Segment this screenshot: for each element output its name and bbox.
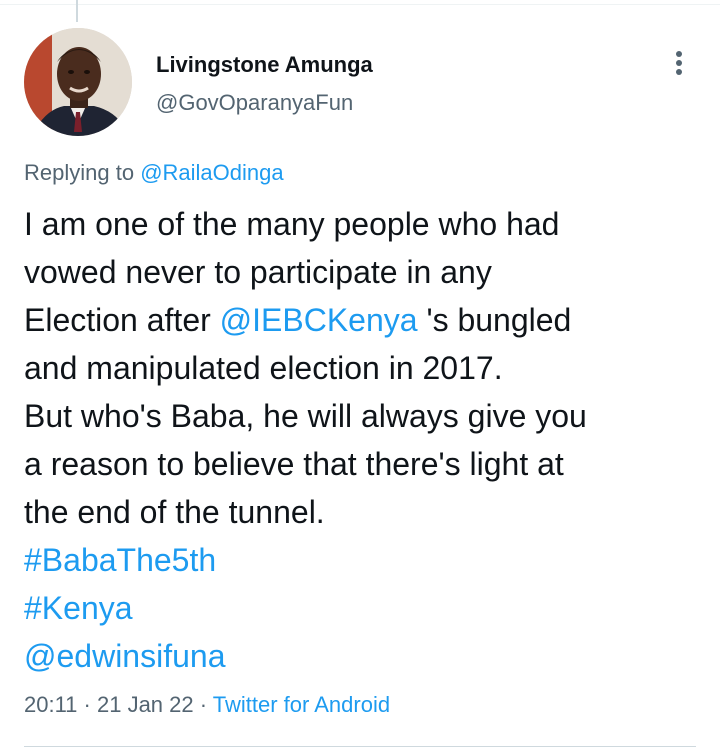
tweet-text-segment: 's bungled xyxy=(417,302,572,338)
hashtag-kenya-link[interactable]: #Kenya xyxy=(24,584,704,632)
tweet-line: a reason to believe that there's light a… xyxy=(24,446,564,482)
iebc-mention-link[interactable]: @IEBCKenya xyxy=(220,302,418,338)
more-vertical-icon xyxy=(676,51,682,75)
replying-to-mention[interactable]: @RailaOdinga xyxy=(140,160,283,185)
replying-to-label: Replying to xyxy=(24,160,135,185)
top-divider xyxy=(0,4,720,5)
more-options-button[interactable] xyxy=(664,46,694,80)
thread-connector-line xyxy=(76,0,78,22)
tweet-line: But who's Baba, he will always give you xyxy=(24,398,587,434)
tweet-text: I am one of the many people who had vowe… xyxy=(24,200,704,680)
tweet-time[interactable]: 20:11 xyxy=(24,692,77,717)
meta-separator: · xyxy=(193,692,213,717)
replying-to-line: Replying to @RailaOdinga xyxy=(24,160,284,186)
avatar[interactable] xyxy=(24,28,132,136)
tweet-line: I am one of the many people who had xyxy=(24,206,560,242)
edwinsifuna-mention-link[interactable]: @edwinsifuna xyxy=(24,632,704,680)
tweet-source-link[interactable]: Twitter for Android xyxy=(213,692,390,717)
avatar-image xyxy=(24,28,132,136)
author-handle[interactable]: @GovOparanyaFun xyxy=(156,90,353,116)
bottom-divider xyxy=(24,746,696,747)
tweet-text-segment: Election after xyxy=(24,302,220,338)
tweet-metadata: 20:11 · 21 Jan 22 · Twitter for Android xyxy=(24,692,390,718)
tweet-date[interactable]: 21 Jan 22 xyxy=(97,692,194,717)
hashtag-babathe5th-link[interactable]: #BabaThe5th xyxy=(24,536,704,584)
tweet-line: Election after @IEBCKenya 's bungled xyxy=(24,296,704,344)
tweet-line: vowed never to participate in any xyxy=(24,254,492,290)
tweet-line: the end of the tunnel. xyxy=(24,494,325,530)
tweet-line: and manipulated election in 2017. xyxy=(24,350,503,386)
meta-separator: · xyxy=(77,692,97,717)
author-display-name[interactable]: Livingstone Amunga xyxy=(156,52,373,78)
